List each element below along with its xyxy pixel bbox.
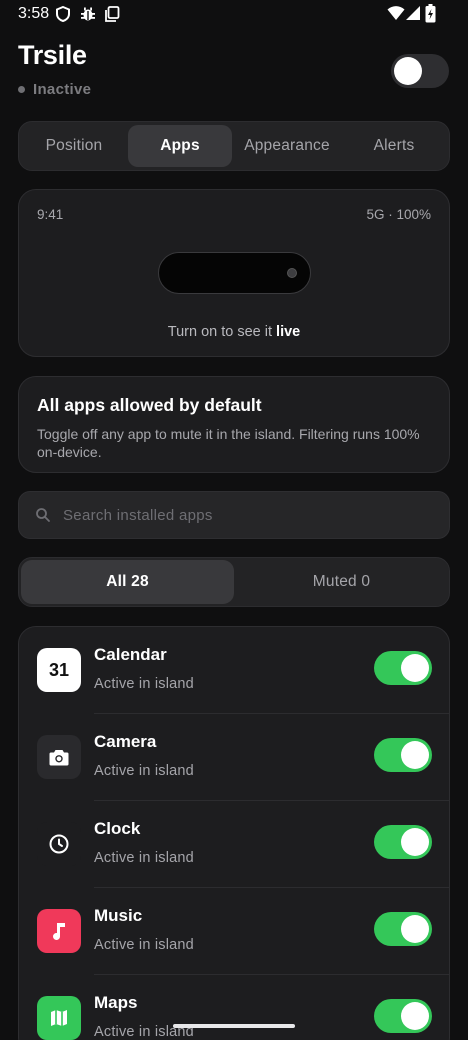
calendar-icon-date: 31 <box>48 659 70 680</box>
wifi-icon <box>387 5 405 26</box>
preview-network: 5G · 100% <box>366 207 431 222</box>
info-body: Toggle off any app to mute it in the isl… <box>37 426 420 460</box>
app-status: Active in island <box>94 937 194 953</box>
toggle-knob <box>401 828 429 856</box>
info-card: All apps allowed by default Toggle off a… <box>18 376 450 473</box>
music-note-icon <box>37 909 81 953</box>
tab-position[interactable]: Position <box>22 125 126 167</box>
toggle-knob <box>401 654 429 682</box>
filter-all[interactable]: All 28 <box>21 560 234 604</box>
service-status: Inactive <box>18 81 91 98</box>
filter-muted[interactable]: Muted 0 <box>235 560 448 604</box>
home-indicator[interactable] <box>173 1024 295 1028</box>
app-name: Music <box>94 906 143 925</box>
status-time: 3:58 <box>18 5 50 22</box>
apps-list: 31 Calendar Active in island Camera Acti… <box>18 626 450 1040</box>
camera-dot <box>287 268 297 278</box>
search-bar <box>18 491 450 539</box>
preview-caption: Turn on to see it live <box>19 324 449 340</box>
app-name: Camera <box>94 732 157 751</box>
dynamic-island-pill <box>158 252 311 294</box>
list-item[interactable]: Camera Active in island <box>19 714 449 801</box>
list-item[interactable]: Maps Active in island <box>19 975 449 1040</box>
app-title: Trsile <box>18 40 87 70</box>
preview-caption-emphasis: live <box>276 324 301 340</box>
app-name: Calendar <box>94 645 167 664</box>
signal-icon <box>406 5 421 26</box>
status-bar: 3:58 <box>0 0 468 28</box>
app-status: Active in island <box>94 763 194 779</box>
search-input[interactable] <box>63 492 433 538</box>
toggle-knob <box>401 741 429 769</box>
app-toggle-maps[interactable] <box>374 999 432 1033</box>
app-name: Clock <box>94 819 141 838</box>
status-text: Inactive <box>33 81 92 98</box>
tab-alerts[interactable]: Alerts <box>342 125 446 167</box>
tab-bar: Position Apps Appearance Alerts <box>18 121 450 171</box>
master-toggle[interactable] <box>391 54 449 88</box>
camera-icon <box>37 735 81 779</box>
tab-apps[interactable]: Apps <box>128 125 232 167</box>
app-toggle-camera[interactable] <box>374 738 432 772</box>
app-status: Active in island <box>94 676 194 692</box>
list-item[interactable]: Clock Active in island <box>19 801 449 888</box>
toggle-knob <box>401 915 429 943</box>
list-item[interactable]: Music Active in island <box>19 888 449 975</box>
shield-icon <box>56 5 70 27</box>
island-preview-card: 9:41 5G · 100% Turn on to see it live <box>18 189 450 357</box>
bug-icon <box>80 6 96 27</box>
screenshot-icon <box>105 6 120 27</box>
tab-appearance[interactable]: Appearance <box>235 125 339 167</box>
toggle-knob <box>401 1002 429 1030</box>
list-item[interactable]: 31 Calendar Active in island <box>19 627 449 714</box>
map-icon <box>37 996 81 1040</box>
toggle-knob <box>394 57 422 85</box>
status-dot <box>18 86 25 93</box>
app-status: Active in island <box>94 850 194 866</box>
filter-segmented-control: All 28 Muted 0 <box>18 557 450 607</box>
calendar-icon: 31 <box>37 648 81 692</box>
app-toggle-music[interactable] <box>374 912 432 946</box>
battery-charging-icon <box>425 4 436 28</box>
search-icon <box>35 507 51 528</box>
app-name: Maps <box>94 993 138 1012</box>
clock-icon <box>37 822 81 866</box>
info-title: All apps allowed by default <box>37 395 262 415</box>
preview-time: 9:41 <box>37 207 64 222</box>
preview-caption-text: Turn on to see it <box>167 324 273 340</box>
app-toggle-calendar[interactable] <box>374 651 432 685</box>
app-toggle-clock[interactable] <box>374 825 432 859</box>
